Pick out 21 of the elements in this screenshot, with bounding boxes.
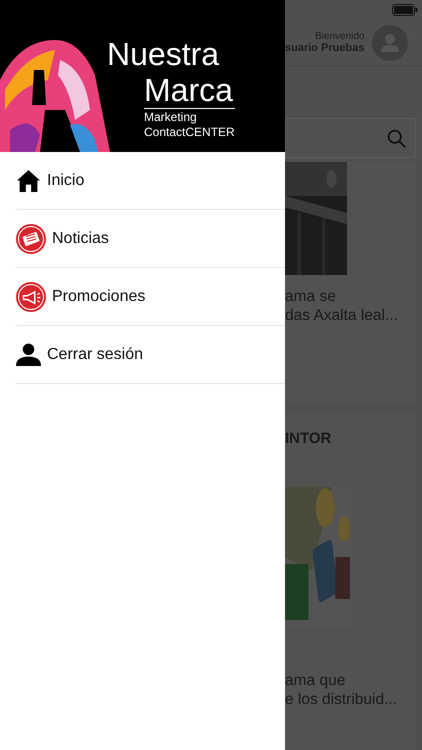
brand-subtitle: ContactCENTER: [144, 125, 235, 140]
card-text: ama se: [285, 287, 337, 306]
brand-title: Nuestra: [107, 36, 220, 72]
home-icon: [16, 168, 41, 193]
brand-title: Marca: [144, 72, 234, 108]
card-text: das Axalta leal...: [285, 306, 399, 325]
megaphone-icon: [16, 282, 46, 312]
card-title: INTOR: [285, 430, 332, 447]
battery-icon: [392, 4, 418, 16]
card-text: e los distribuid...: [285, 690, 398, 709]
menu-item[interactable]: Noticias: [16, 210, 285, 268]
menu-item[interactable]: Promociones: [16, 268, 285, 326]
brand-subtitle: Marketing: [144, 110, 198, 125]
avatar-icon[interactable]: [372, 24, 408, 60]
newspaper-icon: [16, 224, 46, 254]
person-icon: [16, 342, 41, 367]
search-field[interactable]: [285, 118, 416, 158]
search-icon: [386, 128, 408, 148]
menu-item[interactable]: Cerrar sesión: [16, 326, 285, 384]
card-text: ama que: [285, 671, 346, 690]
menu-item[interactable]: Inicio: [16, 152, 285, 210]
